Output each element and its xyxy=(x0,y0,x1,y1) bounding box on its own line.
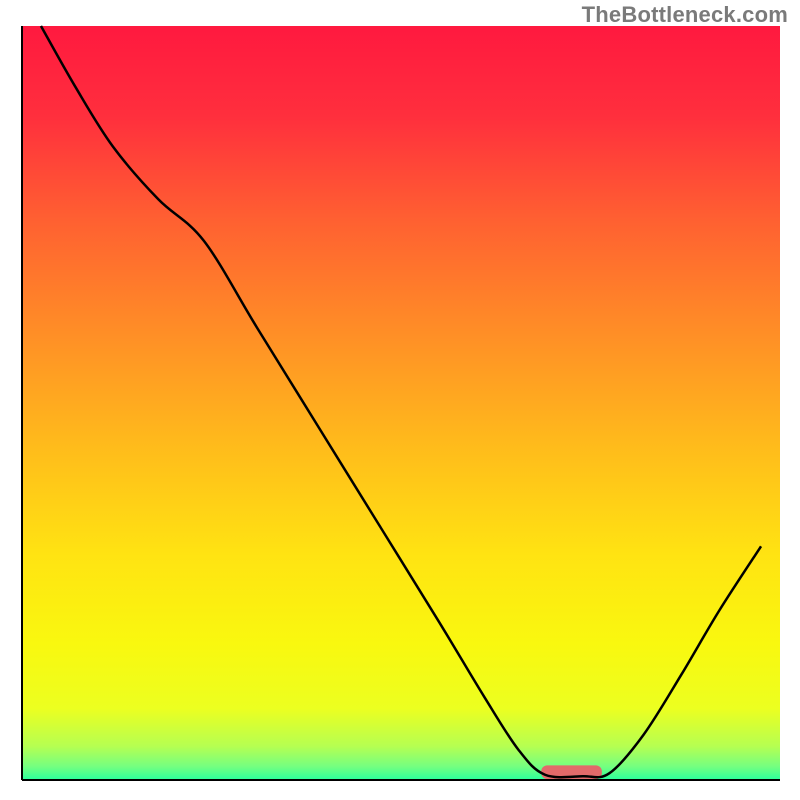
chart-container: TheBottleneck.com xyxy=(0,0,800,800)
bottleneck-chart xyxy=(0,0,800,800)
plot-background xyxy=(22,26,780,780)
attribution-text: TheBottleneck.com xyxy=(582,2,788,28)
